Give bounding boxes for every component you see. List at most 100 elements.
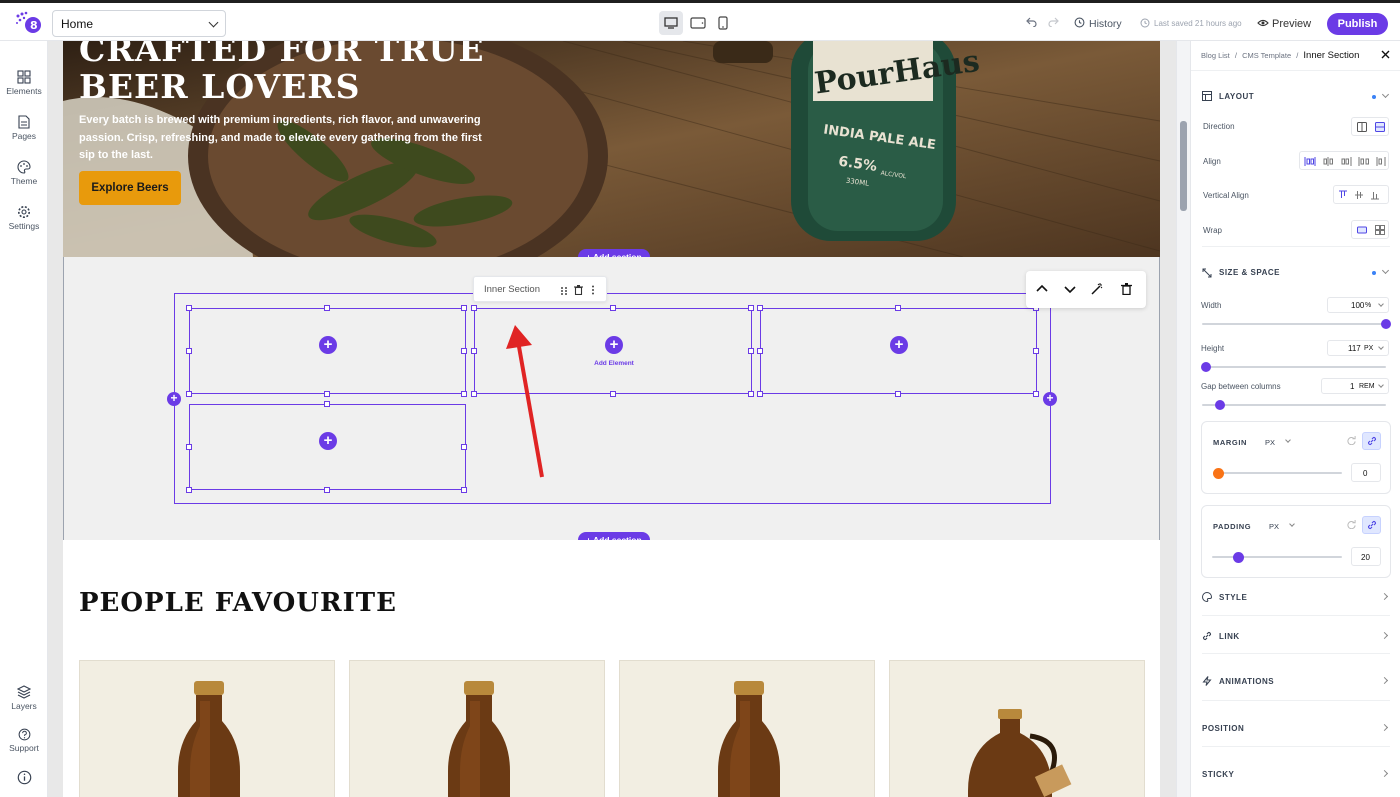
resize-handle[interactable] xyxy=(186,487,192,493)
preview-button[interactable]: Preview xyxy=(1272,18,1311,30)
column-1[interactable]: + xyxy=(189,308,466,394)
nav-info[interactable] xyxy=(0,770,48,787)
size-space-section-title[interactable]: SIZE & SPACE xyxy=(1219,268,1280,277)
tablet-view-button[interactable] xyxy=(686,11,710,35)
add-element-plus-icon[interactable]: + xyxy=(319,336,337,354)
chevron-down-icon[interactable] xyxy=(1285,437,1291,443)
app-logo[interactable]: 8 xyxy=(14,10,42,36)
layout-section-title[interactable]: LAYOUT xyxy=(1219,92,1254,101)
redo-icon[interactable] xyxy=(1048,17,1060,27)
style-section-header[interactable]: STYLE xyxy=(1191,585,1400,611)
padding-slider[interactable] xyxy=(1212,551,1342,563)
breadcrumb-item[interactable]: Blog List xyxy=(1201,51,1230,60)
resize-handle[interactable] xyxy=(324,401,330,407)
hero-description[interactable]: Every batch is brewed with premium ingre… xyxy=(79,112,499,165)
mobile-view-button[interactable] xyxy=(711,11,735,35)
publish-button[interactable]: Publish xyxy=(1327,13,1388,35)
gap-unit[interactable]: REM xyxy=(1359,383,1375,390)
product-card[interactable] xyxy=(619,660,875,797)
product-card[interactable] xyxy=(889,660,1145,797)
height-slider[interactable] xyxy=(1200,362,1386,372)
inner-section-toolbar[interactable]: Inner Section xyxy=(473,276,607,302)
add-element-plus-icon[interactable]: + xyxy=(605,336,623,354)
gap-input[interactable]: 1 REM xyxy=(1321,378,1389,394)
sticky-section-header[interactable]: STICKY xyxy=(1191,762,1400,788)
inner-section-container[interactable]: + + Add Element + + + + xyxy=(63,257,1160,540)
animations-section-header[interactable]: ANIMATIONS xyxy=(1191,669,1400,695)
add-column-left-plus-icon[interactable]: + xyxy=(167,392,181,406)
canvas-scrollbar[interactable] xyxy=(1176,41,1190,797)
people-favourite-title[interactable]: PEOPLE FAVOURITE xyxy=(79,588,397,618)
no-wrap-icon[interactable] xyxy=(1357,226,1367,234)
margin-slider[interactable] xyxy=(1212,467,1342,479)
product-card[interactable] xyxy=(79,660,335,797)
hero-title[interactable]: CRAFTED FOR TRUE BEER LOVERS xyxy=(79,41,485,105)
resize-handle[interactable] xyxy=(895,305,901,311)
vertical-align-options-icons[interactable] xyxy=(1339,190,1385,200)
resize-handle[interactable] xyxy=(471,305,477,311)
nav-pages[interactable]: Pages xyxy=(0,115,48,141)
padding-input[interactable]: 20 xyxy=(1351,547,1381,566)
link-values-button[interactable] xyxy=(1362,432,1381,450)
link-values-button[interactable] xyxy=(1362,516,1381,534)
width-input[interactable]: 100 % xyxy=(1327,297,1389,313)
resize-handle[interactable] xyxy=(186,391,192,397)
resize-handle[interactable] xyxy=(610,305,616,311)
height-input[interactable]: 117 PX xyxy=(1327,340,1389,356)
resize-handle[interactable] xyxy=(324,305,330,311)
resize-handle[interactable] xyxy=(1033,348,1039,354)
resize-handle[interactable] xyxy=(186,348,192,354)
resize-handle[interactable] xyxy=(461,487,467,493)
gap-slider-knob[interactable] xyxy=(1215,400,1226,410)
column-3[interactable]: + xyxy=(760,308,1037,394)
drag-handle-icon[interactable] xyxy=(560,286,568,296)
width-slider[interactable] xyxy=(1202,319,1391,329)
trash-icon[interactable] xyxy=(574,285,583,295)
height-unit[interactable]: PX xyxy=(1364,345,1373,352)
resize-handle[interactable] xyxy=(471,348,477,354)
page-select[interactable]: Home xyxy=(52,10,226,37)
resize-handle[interactable] xyxy=(461,391,467,397)
resize-handle[interactable] xyxy=(324,391,330,397)
column-4[interactable]: + xyxy=(189,404,466,490)
add-element-plus-icon[interactable]: + xyxy=(319,432,337,450)
close-icon[interactable] xyxy=(1381,50,1390,59)
direction-column-icon[interactable] xyxy=(1375,122,1385,132)
chevron-up-icon[interactable] xyxy=(1036,284,1048,292)
nav-elements[interactable]: Elements xyxy=(0,70,48,96)
width-slider-knob[interactable] xyxy=(1381,319,1391,329)
resize-handle[interactable] xyxy=(1033,391,1039,397)
direction-row-icon[interactable] xyxy=(1357,122,1367,132)
padding-unit[interactable]: PX xyxy=(1269,522,1279,531)
resize-handle[interactable] xyxy=(461,348,467,354)
nav-support[interactable]: Support xyxy=(0,728,48,753)
align-options-icons[interactable] xyxy=(1304,157,1386,166)
collapse-chevron-icon[interactable] xyxy=(1381,266,1390,275)
resize-handle[interactable] xyxy=(757,391,763,397)
chevron-down-icon[interactable] xyxy=(1289,521,1295,527)
product-card[interactable] xyxy=(349,660,605,797)
position-section-header[interactable]: POSITION xyxy=(1191,716,1400,742)
explore-beers-button[interactable]: Explore Beers xyxy=(79,171,181,205)
undo-icon[interactable] xyxy=(1025,17,1037,27)
gap-slider[interactable] xyxy=(1202,400,1386,410)
nav-layers[interactable]: Layers xyxy=(0,685,48,711)
delete-section-icon[interactable] xyxy=(1121,283,1132,295)
hero-section[interactable]: PourHaus INDIA PALE ALE 6.5% ALC/VOL 330… xyxy=(63,41,1160,257)
resize-handle[interactable] xyxy=(748,348,754,354)
add-column-right-plus-icon[interactable]: + xyxy=(1043,392,1057,406)
margin-unit[interactable]: PX xyxy=(1265,438,1275,447)
scrollbar-thumb[interactable] xyxy=(1180,121,1187,211)
wrap-icon[interactable] xyxy=(1375,225,1385,235)
collapse-chevron-icon[interactable] xyxy=(1381,90,1390,99)
reset-icon[interactable] xyxy=(1347,520,1356,529)
resize-handle[interactable] xyxy=(461,305,467,311)
chevron-down-icon[interactable] xyxy=(1064,286,1076,294)
resize-handle[interactable] xyxy=(471,391,477,397)
more-options-icon[interactable] xyxy=(591,285,595,295)
add-element-plus-icon[interactable]: + xyxy=(890,336,908,354)
editor-canvas[interactable]: PourHaus INDIA PALE ALE 6.5% ALC/VOL 330… xyxy=(48,41,1176,797)
padding-slider-knob[interactable] xyxy=(1232,551,1244,563)
resize-handle[interactable] xyxy=(610,391,616,397)
link-section-header[interactable]: LINK xyxy=(1191,624,1400,650)
